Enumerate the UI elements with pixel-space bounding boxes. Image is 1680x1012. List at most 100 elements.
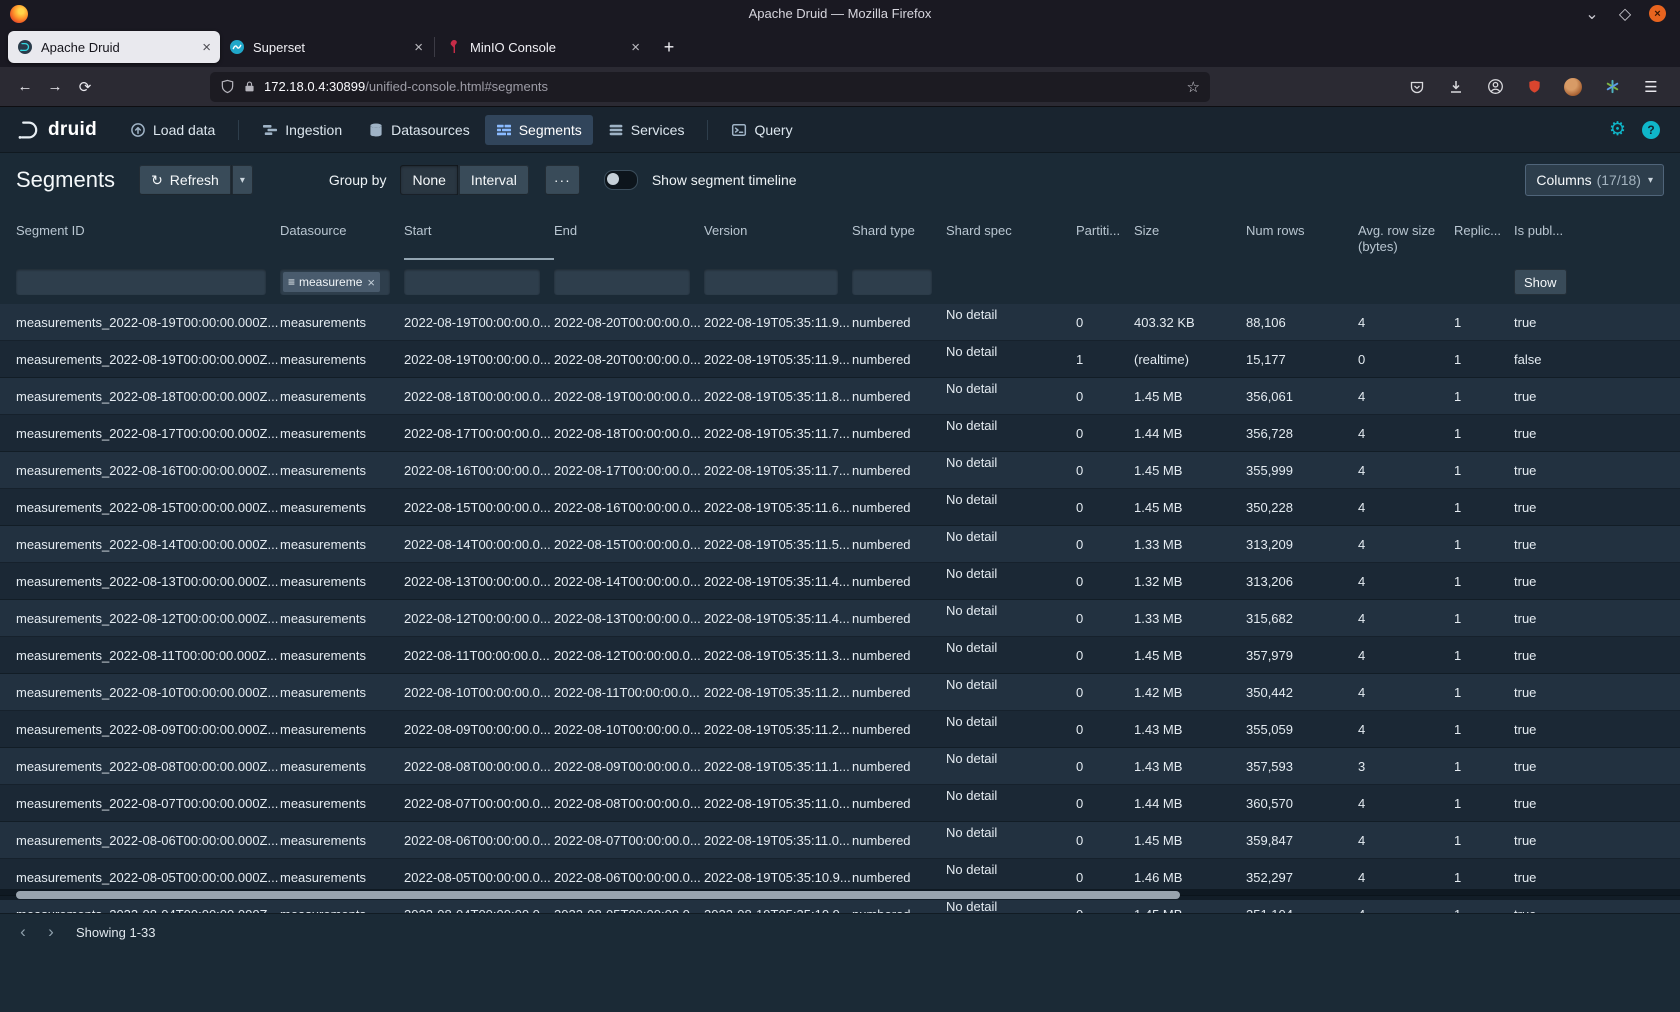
column-header-end[interactable]: End — [554, 208, 704, 260]
load-data-icon — [130, 122, 146, 138]
scrollbar-thumb[interactable] — [16, 891, 1180, 899]
forward-icon[interactable]: → — [40, 72, 70, 102]
tab-close-icon[interactable]: × — [631, 39, 640, 56]
table-row[interactable]: measurements_2022-08-17T00:00:00.000Z...… — [0, 415, 1680, 452]
next-page-icon[interactable]: › — [38, 919, 64, 945]
column-header-version[interactable]: Version — [704, 208, 852, 260]
new-tab-button[interactable]: + — [655, 33, 683, 61]
lock-icon[interactable] — [243, 80, 256, 93]
nav-item-datasources[interactable]: Datasources — [357, 115, 481, 145]
cell-is-publ: true — [1514, 463, 1624, 478]
cell-shard-spec: No detail — [946, 526, 1076, 544]
downloads-icon[interactable] — [1441, 72, 1471, 102]
version-filter-input[interactable] — [704, 269, 838, 295]
cell-datasource: measurements — [280, 833, 404, 848]
nav-item-segments[interactable]: Segments — [485, 115, 593, 145]
end-filter-input[interactable] — [554, 269, 690, 295]
bookmark-star-icon[interactable]: ☆ — [1187, 78, 1200, 96]
table-row[interactable]: measurements_2022-08-08T00:00:00.000Z...… — [0, 748, 1680, 785]
more-options-button[interactable]: ··· — [545, 165, 580, 195]
columns-button[interactable]: Columns (17/18) ▾ — [1525, 164, 1664, 196]
tab-bar: Apache Druid×Superset×MinIO Console× + — [0, 27, 1680, 67]
cell-shard-spec: No detail — [946, 785, 1076, 803]
table-row[interactable]: measurements_2022-08-19T00:00:00.000Z...… — [0, 341, 1680, 378]
column-header-num-rows[interactable]: Num rows — [1246, 208, 1358, 260]
window-minimize-icon[interactable]: ⌄ — [1583, 5, 1601, 23]
datasource-filter-input[interactable]: ≡measureme× — [280, 269, 390, 295]
column-header-is-publ[interactable]: Is publ... — [1514, 208, 1624, 260]
cell-end: 2022-08-09T00:00:00.0... — [554, 759, 704, 774]
cell-start: 2022-08-18T00:00:00.0... — [404, 389, 554, 404]
segment-timeline-toggle[interactable] — [604, 170, 638, 190]
cell-segment-id: measurements_2022-08-14T00:00:00.000Z... — [16, 537, 280, 552]
tab-close-icon[interactable]: × — [414, 39, 423, 56]
column-header-start[interactable]: Start — [404, 208, 554, 260]
table-row[interactable]: measurements_2022-08-12T00:00:00.000Z...… — [0, 600, 1680, 637]
group-by-interval-button[interactable]: Interval — [458, 165, 529, 195]
browser-tab-apache-druid[interactable]: Apache Druid× — [8, 31, 220, 63]
start-filter-input[interactable] — [404, 269, 540, 295]
table-row[interactable]: measurements_2022-08-09T00:00:00.000Z...… — [0, 711, 1680, 748]
table-row[interactable]: measurements_2022-08-19T00:00:00.000Z...… — [0, 304, 1680, 341]
table-row[interactable]: measurements_2022-08-10T00:00:00.000Z...… — [0, 674, 1680, 711]
cell-avg-row-size-bytes: 4 — [1358, 574, 1454, 589]
nav-item-load-data[interactable]: Load data — [119, 115, 226, 145]
cell-end: 2022-08-16T00:00:00.0... — [554, 500, 704, 515]
column-header-size[interactable]: Size — [1134, 208, 1246, 260]
extension-pinwheel-icon[interactable] — [1597, 72, 1627, 102]
column-header-replic[interactable]: Replic... — [1454, 208, 1514, 260]
tab-close-icon[interactable]: × — [202, 39, 211, 56]
prev-page-icon[interactable]: ‹ — [10, 919, 36, 945]
table-row[interactable]: measurements_2022-08-16T00:00:00.000Z...… — [0, 452, 1680, 489]
window-close-icon[interactable]: × — [1649, 5, 1666, 22]
browser-tab-minio-console[interactable]: MinIO Console× — [437, 31, 649, 63]
cell-start: 2022-08-16T00:00:00.0... — [404, 463, 554, 478]
cell-end: 2022-08-11T00:00:00.0... — [554, 685, 704, 700]
window-maximize-icon[interactable]: ◇ — [1616, 5, 1634, 23]
url-text[interactable]: 172.18.0.4:30899/unified-console.html#se… — [264, 79, 1179, 94]
column-header-shard-spec[interactable]: Shard spec — [946, 208, 1076, 260]
cell-segment-id: measurements_2022-08-19T00:00:00.000Z... — [16, 352, 280, 367]
column-header-shard-type[interactable]: Shard type — [852, 208, 946, 260]
extension-avatar-icon[interactable] — [1558, 72, 1588, 102]
boolean-filter-button[interactable]: Show — [1514, 269, 1567, 295]
back-icon[interactable]: ← — [10, 72, 40, 102]
help-icon[interactable]: ? — [1642, 121, 1660, 139]
menu-icon[interactable]: ☰ — [1636, 72, 1666, 102]
refresh-button[interactable]: ↻ Refresh — [139, 165, 231, 195]
browser-tab-superset[interactable]: Superset× — [220, 31, 432, 63]
table-row[interactable]: measurements_2022-08-15T00:00:00.000Z...… — [0, 489, 1680, 526]
tracking-shield-icon[interactable] — [220, 79, 235, 94]
cell-partiti: 0 — [1076, 907, 1134, 914]
refresh-dropdown-button[interactable]: ▾ — [231, 165, 253, 195]
column-header-datasource[interactable]: Datasource — [280, 208, 404, 260]
segment-id-filter-input[interactable] — [16, 269, 266, 295]
table-row[interactable]: measurements_2022-08-06T00:00:00.000Z...… — [0, 822, 1680, 859]
nav-item-ingestion[interactable]: Ingestion — [251, 115, 353, 145]
reload-icon[interactable]: ⟳ — [70, 72, 100, 102]
column-header-avg-row-size-bytes[interactable]: Avg. row size (bytes) — [1358, 208, 1454, 260]
ublock-shield-icon[interactable] — [1519, 72, 1549, 102]
nav-item-services[interactable]: Services — [597, 115, 696, 145]
remove-filter-icon[interactable]: × — [367, 275, 375, 290]
table-row[interactable]: measurements_2022-08-11T00:00:00.000Z...… — [0, 637, 1680, 674]
table-row[interactable]: measurements_2022-08-13T00:00:00.000Z...… — [0, 563, 1680, 600]
nav-item-query[interactable]: Query — [720, 115, 803, 145]
table-row[interactable]: measurements_2022-08-07T00:00:00.000Z...… — [0, 785, 1680, 822]
cell-partiti: 0 — [1076, 685, 1134, 700]
table-row[interactable]: measurements_2022-08-18T00:00:00.000Z...… — [0, 378, 1680, 415]
column-header-segment-id[interactable]: Segment ID — [16, 208, 280, 260]
table-row[interactable]: measurements_2022-08-14T00:00:00.000Z...… — [0, 526, 1680, 563]
pocket-icon[interactable] — [1402, 72, 1432, 102]
url-bar[interactable]: 172.18.0.4:30899/unified-console.html#se… — [210, 72, 1210, 102]
settings-gear-icon[interactable]: ⚙ — [1609, 120, 1626, 139]
druid-brand[interactable]: druid — [16, 118, 97, 142]
datasource-filter-chip[interactable]: ≡measureme× — [283, 272, 380, 292]
shard-type-filter-input[interactable] — [852, 269, 932, 295]
column-header-partiti[interactable]: Partiti... — [1076, 208, 1134, 260]
cell-num-rows: 359,847 — [1246, 833, 1358, 848]
group-by-none-button[interactable]: None — [400, 165, 457, 195]
account-icon[interactable] — [1480, 72, 1510, 102]
horizontal-scrollbar[interactable] — [0, 889, 1680, 900]
cell-num-rows: 355,059 — [1246, 722, 1358, 737]
